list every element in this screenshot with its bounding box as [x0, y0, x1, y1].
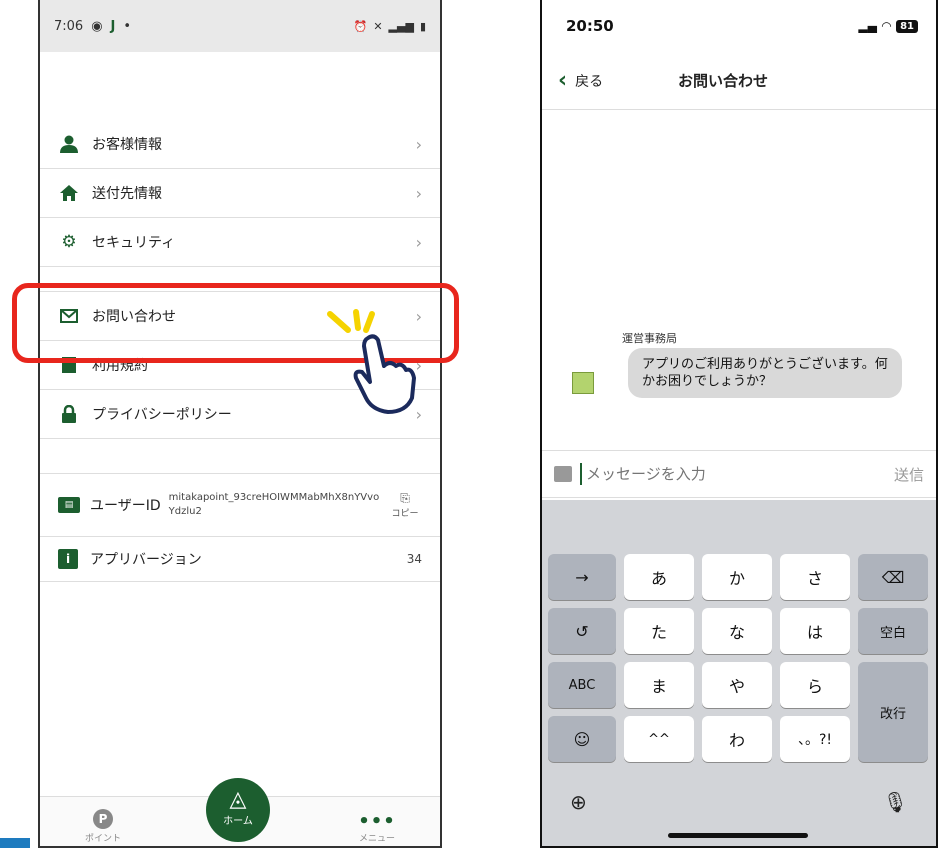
home-logo-icon: ◬: [229, 787, 247, 812]
status-icons: ▂▄ ◠ 81: [858, 19, 918, 33]
status-carrier: J: [110, 18, 116, 34]
status-time: 20:50: [566, 17, 614, 35]
key-punctuation[interactable]: 、。?!: [780, 716, 850, 762]
nav-menu-label: メニュー: [358, 834, 395, 844]
wifi-icon: ◠: [881, 19, 892, 33]
menu-item-label: お客様情報: [92, 137, 162, 153]
chevron-right-icon: ›: [415, 232, 422, 252]
key-space[interactable]: 空白: [858, 608, 928, 654]
key-undo[interactable]: ↺: [548, 608, 616, 654]
app-version-label: アプリバージョン: [90, 552, 202, 568]
pointing-hand-icon: [353, 334, 416, 414]
message-bubble: アプリのご利用ありがとうございます。何かお困りでしょうか？: [628, 348, 902, 398]
navigation-bar: ‹ 戻る お問い合わせ: [542, 52, 936, 110]
chevron-left-icon: ‹: [558, 68, 568, 93]
menu-item-label: 送付先情報: [92, 186, 162, 202]
status-time: 7:06: [54, 18, 84, 34]
sender-avatar: [572, 372, 594, 394]
signal-icon: ▂▄: [858, 19, 877, 33]
key-sa[interactable]: さ: [780, 554, 850, 600]
menu-item-security[interactable]: ⚙ セキュリティ ›: [40, 218, 440, 267]
key-na[interactable]: な: [702, 608, 772, 654]
battery-icon: 81: [896, 19, 918, 33]
section-divider: [40, 439, 440, 474]
alarm-icon: ⏰: [353, 19, 368, 33]
left-phone-screen: 7:06 ◉ J • ⏰ ✕ ▂▄▆ ▮ お客様情報 › 送付先情報 › ⚙ セ…: [38, 0, 442, 848]
menu-item-shipping-info[interactable]: 送付先情報 ›: [40, 169, 440, 218]
japanese-keyboard: → あ か さ ⌫ ↺ た な は 空白 ABC ま や ら 改行 ☺ ^^ わ…: [542, 500, 936, 846]
notification-icon: ◉: [91, 18, 103, 34]
key-ya[interactable]: や: [702, 662, 772, 708]
status-bar: 7:06 ◉ J • ⏰ ✕ ▂▄▆ ▮: [40, 0, 440, 52]
key-ta[interactable]: た: [624, 608, 694, 654]
signal-icon: ▂▄▆: [388, 19, 414, 33]
home-icon: [58, 182, 80, 204]
microphone-icon[interactable]: 🎙: [883, 790, 908, 814]
key-backspace[interactable]: ⌫: [858, 554, 928, 600]
person-icon: [58, 133, 80, 155]
status-icons: ⏰ ✕ ▂▄▆ ▮: [354, 20, 426, 33]
user-id-label: ユーザーID: [90, 498, 161, 514]
key-emoji[interactable]: ☺: [548, 716, 616, 762]
more-dots-icon: •••: [358, 811, 396, 832]
chevron-right-icon: ›: [415, 134, 422, 154]
key-ra[interactable]: ら: [780, 662, 850, 708]
home-indicator: [668, 833, 808, 838]
chat-area: 運営事務局 アプリのご利用ありがとうございます。何かお困りでしょうか？: [542, 110, 936, 440]
chevron-right-icon: ›: [415, 183, 422, 203]
lock-icon: [58, 403, 80, 425]
battery-icon: ▮: [419, 19, 426, 33]
nav-home-button[interactable]: ◬ ホーム: [206, 778, 270, 842]
id-card-icon: ▤: [58, 497, 80, 513]
globe-icon[interactable]: ⊕: [570, 790, 587, 814]
send-button[interactable]: 送信: [894, 464, 924, 485]
key-ka[interactable]: か: [702, 554, 772, 600]
key-kaomoji[interactable]: ^^: [624, 716, 694, 762]
sender-name: 運営事務局: [622, 332, 677, 345]
nav-point-label: ポイント: [84, 834, 121, 844]
key-wa[interactable]: わ: [702, 716, 772, 762]
right-phone-screen: 20:50 ▂▄ ◠ 81 ‹ 戻る お問い合わせ 運営事務局 アプリのご利用あ…: [540, 0, 938, 848]
gear-icon: ⚙: [61, 232, 77, 252]
user-id-value: mitakapoint_93creHOIWMMabMhX8nYVvo Ydzlu…: [168, 492, 380, 517]
user-id-row: ▤ ユーザーID mitakapoint_93creHOIWMMabMhX8nY…: [40, 474, 440, 537]
status-bar: 20:50 ▂▄ ◠ 81: [542, 0, 936, 52]
key-arrow[interactable]: →: [548, 554, 616, 600]
page-title: お問い合わせ: [678, 72, 769, 90]
blue-marker: [0, 838, 30, 848]
nav-point-tab[interactable]: P ポイント: [80, 809, 126, 844]
back-button[interactable]: ‹ 戻る: [558, 68, 603, 93]
copy-label: コピー: [391, 509, 419, 519]
key-abc[interactable]: ABC: [548, 662, 616, 708]
nav-home-label: ホーム: [223, 816, 253, 827]
menu-item-label: セキュリティ: [92, 235, 176, 251]
point-icon: P: [93, 809, 113, 829]
info-icon: i: [58, 549, 78, 569]
app-version-value: 34: [406, 552, 422, 566]
key-ha[interactable]: は: [780, 608, 850, 654]
mute-icon: ✕: [373, 19, 383, 33]
image-attach-icon[interactable]: [554, 466, 572, 482]
key-return[interactable]: 改行: [858, 662, 928, 762]
message-input-bar: 送信: [542, 450, 936, 498]
app-version-row: i アプリバージョン 34: [40, 537, 440, 582]
nav-menu-tab[interactable]: ••• メニュー: [354, 811, 400, 845]
dot-icon: •: [123, 18, 132, 34]
back-label: 戻る: [575, 73, 604, 90]
copy-button[interactable]: ⎘ コピー: [388, 491, 422, 519]
key-ma[interactable]: ま: [624, 662, 694, 708]
copy-icon: ⎘: [400, 491, 410, 505]
key-a[interactable]: あ: [624, 554, 694, 600]
message-input[interactable]: [580, 463, 894, 485]
menu-item-customer-info[interactable]: お客様情報 ›: [40, 120, 440, 169]
